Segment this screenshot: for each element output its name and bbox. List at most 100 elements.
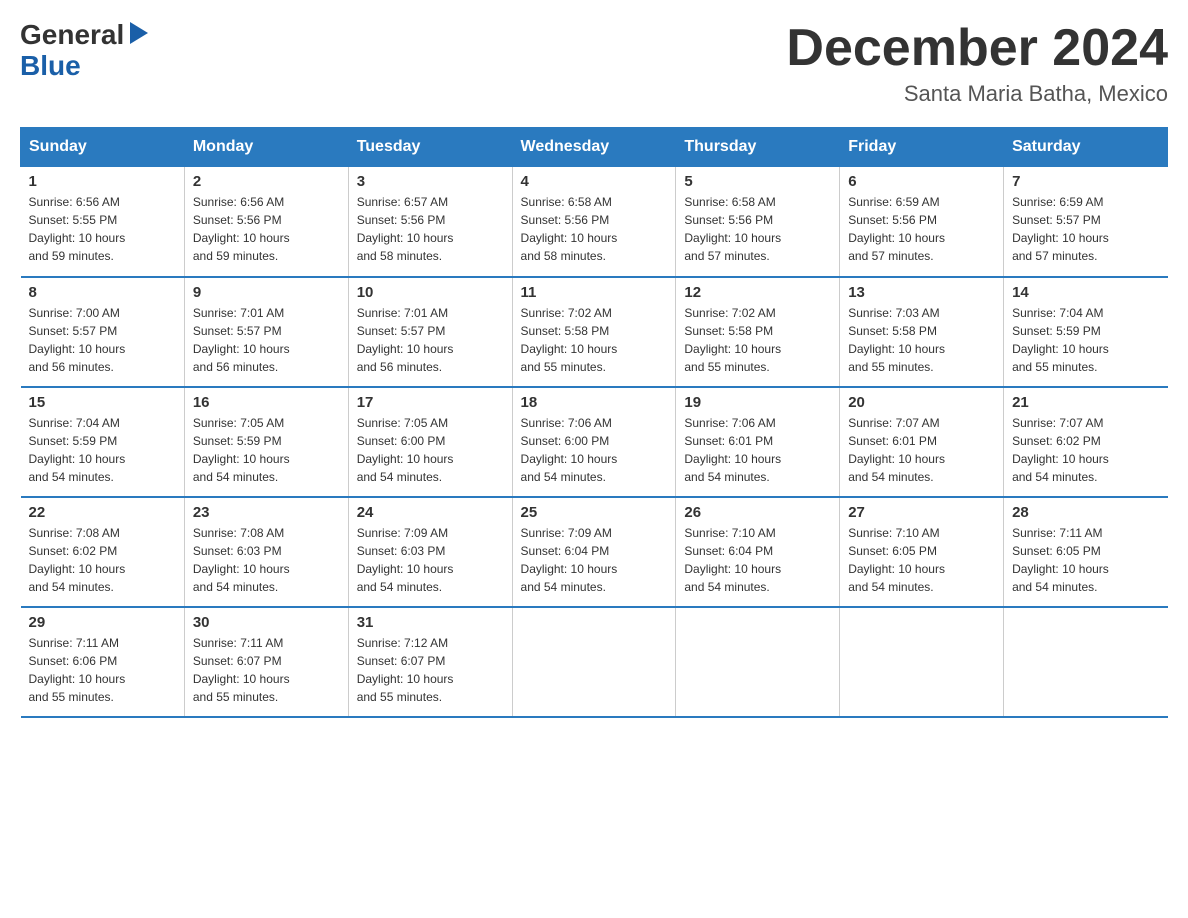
day-number: 22: [29, 504, 176, 521]
day-number: 31: [357, 614, 504, 631]
day-info: Sunrise: 7:05 AMSunset: 5:59 PMDaylight:…: [193, 414, 340, 486]
day-info: Sunrise: 6:58 AMSunset: 5:56 PMDaylight:…: [521, 193, 668, 265]
logo-arrow-icon: [126, 20, 152, 46]
col-saturday: Saturday: [1004, 128, 1168, 167]
day-info: Sunrise: 7:10 AMSunset: 6:05 PMDaylight:…: [848, 524, 995, 596]
day-info: Sunrise: 7:08 AMSunset: 6:03 PMDaylight:…: [193, 524, 340, 596]
calendar-cell: 6 Sunrise: 6:59 AMSunset: 5:56 PMDayligh…: [840, 167, 1004, 277]
day-info: Sunrise: 7:11 AMSunset: 6:06 PMDaylight:…: [29, 634, 176, 706]
calendar-cell: 25 Sunrise: 7:09 AMSunset: 6:04 PMDaylig…: [512, 497, 676, 607]
day-number: 19: [684, 394, 831, 411]
calendar-week-row-3: 15 Sunrise: 7:04 AMSunset: 5:59 PMDaylig…: [21, 387, 1168, 497]
day-info: Sunrise: 6:59 AMSunset: 5:57 PMDaylight:…: [1012, 193, 1159, 265]
col-friday: Friday: [840, 128, 1004, 167]
calendar-cell: 8 Sunrise: 7:00 AMSunset: 5:57 PMDayligh…: [21, 277, 185, 387]
day-number: 13: [848, 284, 995, 301]
title-block: December 2024 Santa Maria Batha, Mexico: [786, 20, 1168, 107]
day-info: Sunrise: 6:58 AMSunset: 5:56 PMDaylight:…: [684, 193, 831, 265]
day-number: 4: [521, 173, 668, 190]
calendar-cell: 31 Sunrise: 7:12 AMSunset: 6:07 PMDaylig…: [348, 607, 512, 717]
calendar-cell: 16 Sunrise: 7:05 AMSunset: 5:59 PMDaylig…: [184, 387, 348, 497]
day-number: 24: [357, 504, 504, 521]
calendar-week-row-4: 22 Sunrise: 7:08 AMSunset: 6:02 PMDaylig…: [21, 497, 1168, 607]
day-number: 8: [29, 284, 176, 301]
day-info: Sunrise: 7:07 AMSunset: 6:01 PMDaylight:…: [848, 414, 995, 486]
day-info: Sunrise: 7:06 AMSunset: 6:00 PMDaylight:…: [521, 414, 668, 486]
day-number: 28: [1012, 504, 1159, 521]
day-number: 26: [684, 504, 831, 521]
month-title: December 2024: [786, 20, 1168, 77]
calendar-cell: 12 Sunrise: 7:02 AMSunset: 5:58 PMDaylig…: [676, 277, 840, 387]
day-info: Sunrise: 7:02 AMSunset: 5:58 PMDaylight:…: [684, 304, 831, 376]
calendar-cell: 17 Sunrise: 7:05 AMSunset: 6:00 PMDaylig…: [348, 387, 512, 497]
day-number: 1: [29, 173, 176, 190]
calendar-cell: 14 Sunrise: 7:04 AMSunset: 5:59 PMDaylig…: [1004, 277, 1168, 387]
calendar-week-row-5: 29 Sunrise: 7:11 AMSunset: 6:06 PMDaylig…: [21, 607, 1168, 717]
day-info: Sunrise: 7:04 AMSunset: 5:59 PMDaylight:…: [29, 414, 176, 486]
day-number: 27: [848, 504, 995, 521]
day-number: 23: [193, 504, 340, 521]
calendar-cell: 4 Sunrise: 6:58 AMSunset: 5:56 PMDayligh…: [512, 167, 676, 277]
day-info: Sunrise: 7:06 AMSunset: 6:01 PMDaylight:…: [684, 414, 831, 486]
location: Santa Maria Batha, Mexico: [786, 81, 1168, 107]
calendar-cell: 2 Sunrise: 6:56 AMSunset: 5:56 PMDayligh…: [184, 167, 348, 277]
calendar-cell: 9 Sunrise: 7:01 AMSunset: 5:57 PMDayligh…: [184, 277, 348, 387]
calendar-table: Sunday Monday Tuesday Wednesday Thursday…: [20, 127, 1168, 718]
calendar-cell: 3 Sunrise: 6:57 AMSunset: 5:56 PMDayligh…: [348, 167, 512, 277]
calendar-cell: 7 Sunrise: 6:59 AMSunset: 5:57 PMDayligh…: [1004, 167, 1168, 277]
day-number: 14: [1012, 284, 1159, 301]
calendar-cell: [676, 607, 840, 717]
col-sunday: Sunday: [21, 128, 185, 167]
calendar-cell: 21 Sunrise: 7:07 AMSunset: 6:02 PMDaylig…: [1004, 387, 1168, 497]
day-info: Sunrise: 6:56 AMSunset: 5:56 PMDaylight:…: [193, 193, 340, 265]
day-info: Sunrise: 7:05 AMSunset: 6:00 PMDaylight:…: [357, 414, 504, 486]
day-info: Sunrise: 6:56 AMSunset: 5:55 PMDaylight:…: [29, 193, 176, 265]
calendar-cell: 30 Sunrise: 7:11 AMSunset: 6:07 PMDaylig…: [184, 607, 348, 717]
day-info: Sunrise: 7:12 AMSunset: 6:07 PMDaylight:…: [357, 634, 504, 706]
logo: General Blue: [20, 20, 152, 82]
logo-blue: Blue: [20, 51, 81, 82]
day-number: 11: [521, 284, 668, 301]
day-info: Sunrise: 7:08 AMSunset: 6:02 PMDaylight:…: [29, 524, 176, 596]
day-number: 16: [193, 394, 340, 411]
calendar-cell: 18 Sunrise: 7:06 AMSunset: 6:00 PMDaylig…: [512, 387, 676, 497]
day-number: 18: [521, 394, 668, 411]
day-info: Sunrise: 7:09 AMSunset: 6:04 PMDaylight:…: [521, 524, 668, 596]
day-number: 25: [521, 504, 668, 521]
calendar-cell: [1004, 607, 1168, 717]
calendar-cell: 28 Sunrise: 7:11 AMSunset: 6:05 PMDaylig…: [1004, 497, 1168, 607]
day-number: 17: [357, 394, 504, 411]
day-info: Sunrise: 7:11 AMSunset: 6:05 PMDaylight:…: [1012, 524, 1159, 596]
calendar-cell: 22 Sunrise: 7:08 AMSunset: 6:02 PMDaylig…: [21, 497, 185, 607]
calendar-cell: [840, 607, 1004, 717]
day-number: 9: [193, 284, 340, 301]
calendar-cell: 27 Sunrise: 7:10 AMSunset: 6:05 PMDaylig…: [840, 497, 1004, 607]
day-info: Sunrise: 7:01 AMSunset: 5:57 PMDaylight:…: [193, 304, 340, 376]
day-number: 20: [848, 394, 995, 411]
day-number: 2: [193, 173, 340, 190]
day-number: 30: [193, 614, 340, 631]
day-info: Sunrise: 7:00 AMSunset: 5:57 PMDaylight:…: [29, 304, 176, 376]
day-info: Sunrise: 7:11 AMSunset: 6:07 PMDaylight:…: [193, 634, 340, 706]
day-info: Sunrise: 7:04 AMSunset: 5:59 PMDaylight:…: [1012, 304, 1159, 376]
day-number: 7: [1012, 173, 1159, 190]
calendar-week-row-2: 8 Sunrise: 7:00 AMSunset: 5:57 PMDayligh…: [21, 277, 1168, 387]
day-number: 15: [29, 394, 176, 411]
page-header: General Blue December 2024 Santa Maria B…: [20, 20, 1168, 107]
calendar-week-row-1: 1 Sunrise: 6:56 AMSunset: 5:55 PMDayligh…: [21, 167, 1168, 277]
calendar-cell: 23 Sunrise: 7:08 AMSunset: 6:03 PMDaylig…: [184, 497, 348, 607]
day-info: Sunrise: 6:59 AMSunset: 5:56 PMDaylight:…: [848, 193, 995, 265]
calendar-cell: 1 Sunrise: 6:56 AMSunset: 5:55 PMDayligh…: [21, 167, 185, 277]
calendar-cell: 10 Sunrise: 7:01 AMSunset: 5:57 PMDaylig…: [348, 277, 512, 387]
calendar-cell: 5 Sunrise: 6:58 AMSunset: 5:56 PMDayligh…: [676, 167, 840, 277]
col-tuesday: Tuesday: [348, 128, 512, 167]
calendar-cell: 29 Sunrise: 7:11 AMSunset: 6:06 PMDaylig…: [21, 607, 185, 717]
col-monday: Monday: [184, 128, 348, 167]
day-number: 5: [684, 173, 831, 190]
day-info: Sunrise: 7:07 AMSunset: 6:02 PMDaylight:…: [1012, 414, 1159, 486]
calendar-cell: 24 Sunrise: 7:09 AMSunset: 6:03 PMDaylig…: [348, 497, 512, 607]
calendar-cell: [512, 607, 676, 717]
day-number: 29: [29, 614, 176, 631]
day-info: Sunrise: 7:01 AMSunset: 5:57 PMDaylight:…: [357, 304, 504, 376]
day-info: Sunrise: 7:10 AMSunset: 6:04 PMDaylight:…: [684, 524, 831, 596]
